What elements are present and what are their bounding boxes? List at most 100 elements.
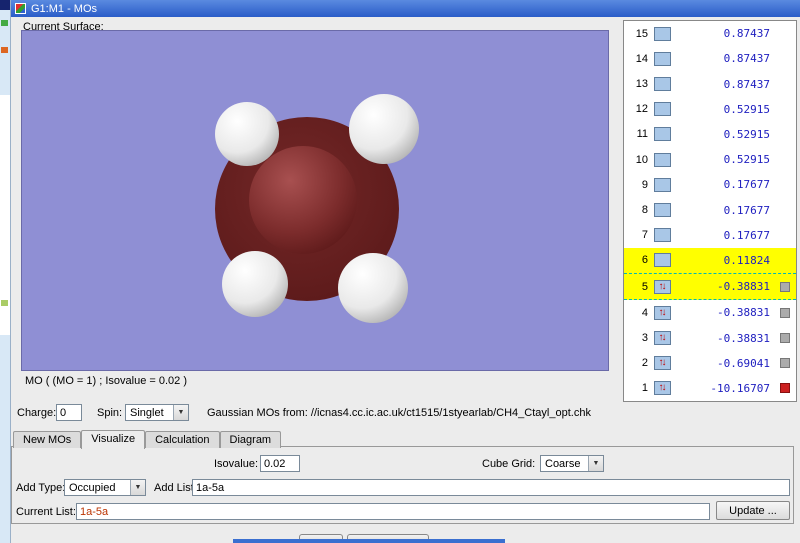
mo-row[interactable]: 15 0.87437 bbox=[624, 21, 796, 46]
mo-row[interactable]: 110.52915 bbox=[624, 122, 796, 147]
mo-energy-value: 0.11824 bbox=[671, 254, 778, 267]
mo-number: 8 bbox=[630, 204, 648, 216]
background-window-body bbox=[0, 95, 10, 335]
mo-occupancy-box[interactable] bbox=[654, 178, 671, 192]
mo-row[interactable]: 70.17677 bbox=[624, 223, 796, 248]
add-type-value: Occupied bbox=[65, 482, 130, 494]
chevron-down-icon: ▼ bbox=[173, 405, 188, 420]
mo-marker bbox=[778, 308, 792, 318]
mo-number: 15 bbox=[630, 28, 648, 40]
mo-energy-value: 0.87437 bbox=[671, 52, 778, 65]
tab-calculation[interactable]: Calculation bbox=[145, 431, 219, 448]
tab-visualize[interactable]: Visualize bbox=[81, 430, 145, 449]
hydrogen-atom bbox=[222, 251, 288, 317]
mo-occupancy-box[interactable]: ↑↓ bbox=[654, 280, 671, 294]
viewport-caption: MO ( (MO = 1) ; Isovalue = 0.02 ) bbox=[25, 375, 187, 387]
mo-row[interactable]: 100.52915 bbox=[624, 147, 796, 172]
background-window-bar bbox=[233, 539, 505, 543]
visualize-tab-panel: Isovalue: Cube Grid: Coarse ▼ Add Type: … bbox=[11, 446, 794, 524]
mo-number: 2 bbox=[630, 357, 648, 369]
spin-label: Spin: bbox=[97, 407, 122, 419]
electron-pair-arrows-icon: ↑↓ bbox=[659, 281, 667, 293]
background-icon-fragment bbox=[1, 47, 8, 53]
mo-row[interactable]: 14 0.87437 bbox=[624, 46, 796, 71]
background-icon-fragment bbox=[1, 300, 8, 306]
mo-row[interactable]: 2 ↑↓-0.69041 bbox=[624, 351, 796, 376]
add-list-input[interactable] bbox=[192, 479, 790, 496]
mo-number: 3 bbox=[630, 332, 648, 344]
hydrogen-atom bbox=[349, 94, 419, 164]
chevron-down-icon: ▼ bbox=[588, 456, 603, 471]
mo-row[interactable]: 6 0.11824 bbox=[624, 248, 796, 273]
background-window-strip bbox=[0, 0, 10, 543]
molecule-render[interactable] bbox=[22, 31, 608, 370]
spin-dropdown[interactable]: Singlet ▼ bbox=[125, 404, 189, 421]
update-button[interactable]: Update ... bbox=[716, 501, 790, 520]
molecule-viewport[interactable] bbox=[21, 30, 609, 371]
electron-pair-arrows-icon: ↑↓ bbox=[659, 307, 667, 319]
mo-energy-value: -0.38831 bbox=[671, 332, 778, 345]
mo-marker bbox=[778, 358, 792, 368]
mo-energy-value: -0.38831 bbox=[671, 280, 778, 293]
mo-energy-value: 0.87437 bbox=[671, 27, 778, 40]
mo-row[interactable]: 80.17677 bbox=[624, 197, 796, 222]
mo-number: 6 bbox=[630, 254, 648, 266]
mo-occupancy-box[interactable]: ↑↓ bbox=[654, 306, 671, 320]
add-list-label: Add List: bbox=[154, 482, 197, 494]
mo-occupancy-box[interactable] bbox=[654, 27, 671, 41]
mo-occupancy-box[interactable]: ↑↓ bbox=[654, 356, 671, 370]
mo-panel: 150.87437140.87437130.87437120.52915110.… bbox=[623, 20, 797, 402]
mo-row[interactable]: 4 ↑↓ -0.38831 bbox=[624, 300, 796, 325]
mo-row[interactable]: 3 ↑↓ -0.38831 bbox=[624, 325, 796, 350]
mo-number: 9 bbox=[630, 179, 648, 191]
cube-grid-dropdown[interactable]: Coarse ▼ bbox=[540, 455, 604, 472]
mo-marker bbox=[778, 333, 792, 343]
mo-row[interactable]: 5↑↓-0.38831 bbox=[624, 273, 796, 300]
mo-occupancy-box[interactable]: ↑↓ bbox=[654, 381, 671, 395]
current-list-input[interactable] bbox=[76, 503, 710, 520]
charge-input[interactable] bbox=[56, 404, 82, 421]
mo-occupancy-box[interactable] bbox=[654, 203, 671, 217]
charge-label: Charge: bbox=[17, 407, 56, 419]
mo-energy-value: 0.52915 bbox=[671, 153, 778, 166]
isovalue-input[interactable] bbox=[260, 455, 300, 472]
mo-energy-value: 0.87437 bbox=[671, 78, 778, 91]
cube-grid-label: Cube Grid: bbox=[482, 458, 535, 470]
mo-occupancy-box[interactable] bbox=[654, 102, 671, 116]
tab-diagram[interactable]: Diagram bbox=[220, 431, 282, 448]
window-title: G1:M1 - MOs bbox=[31, 3, 97, 15]
mo-row[interactable]: 130.87437 bbox=[624, 71, 796, 96]
gaussian-source-text: Gaussian MOs from: //icnas4.cc.ic.ac.uk/… bbox=[207, 407, 591, 419]
mo-occupancy-box[interactable] bbox=[654, 228, 671, 242]
mo-marker bbox=[778, 282, 792, 292]
mo-energy-value: -0.69041 bbox=[671, 357, 778, 370]
title-bar[interactable]: G1:M1 - MOs bbox=[11, 0, 800, 17]
mo-number: 1 bbox=[630, 382, 648, 394]
mo-energy-value: 0.52915 bbox=[671, 128, 778, 141]
mo-row[interactable]: 9 0.17677 bbox=[624, 172, 796, 197]
spin-value: Singlet bbox=[126, 407, 173, 419]
mo-occupancy-box[interactable] bbox=[654, 127, 671, 141]
background-icon-fragment bbox=[1, 20, 8, 26]
tab-bar: New MOsVisualizeCalculationDiagram bbox=[13, 430, 281, 447]
mo-energy-value: 0.52915 bbox=[671, 103, 778, 116]
mo-number: 4 bbox=[630, 307, 648, 319]
tab-new-mos[interactable]: New MOs bbox=[13, 431, 81, 448]
hydrogen-atom bbox=[215, 102, 279, 166]
chevron-down-icon: ▼ bbox=[130, 480, 145, 495]
mo-occupancy-box[interactable] bbox=[654, 77, 671, 91]
mo-energy-value: -0.38831 bbox=[671, 306, 778, 319]
mo-occupancy-box[interactable] bbox=[654, 253, 671, 267]
carbon-atom bbox=[249, 146, 357, 254]
mo-row[interactable]: 1↑↓-10.16707 bbox=[624, 376, 796, 401]
mo-energy-value: 0.17677 bbox=[671, 178, 778, 191]
mo-row[interactable]: 12 0.52915 bbox=[624, 97, 796, 122]
mo-marker bbox=[778, 383, 792, 393]
mo-occupancy-box[interactable] bbox=[654, 153, 671, 167]
mo-occupancy-box[interactable]: ↑↓ bbox=[654, 331, 671, 345]
mo-occupancy-box[interactable] bbox=[654, 52, 671, 66]
add-type-dropdown[interactable]: Occupied ▼ bbox=[64, 479, 146, 496]
electron-pair-arrows-icon: ↑↓ bbox=[659, 332, 667, 344]
mo-number: 12 bbox=[630, 103, 648, 115]
mo-number: 14 bbox=[630, 53, 648, 65]
